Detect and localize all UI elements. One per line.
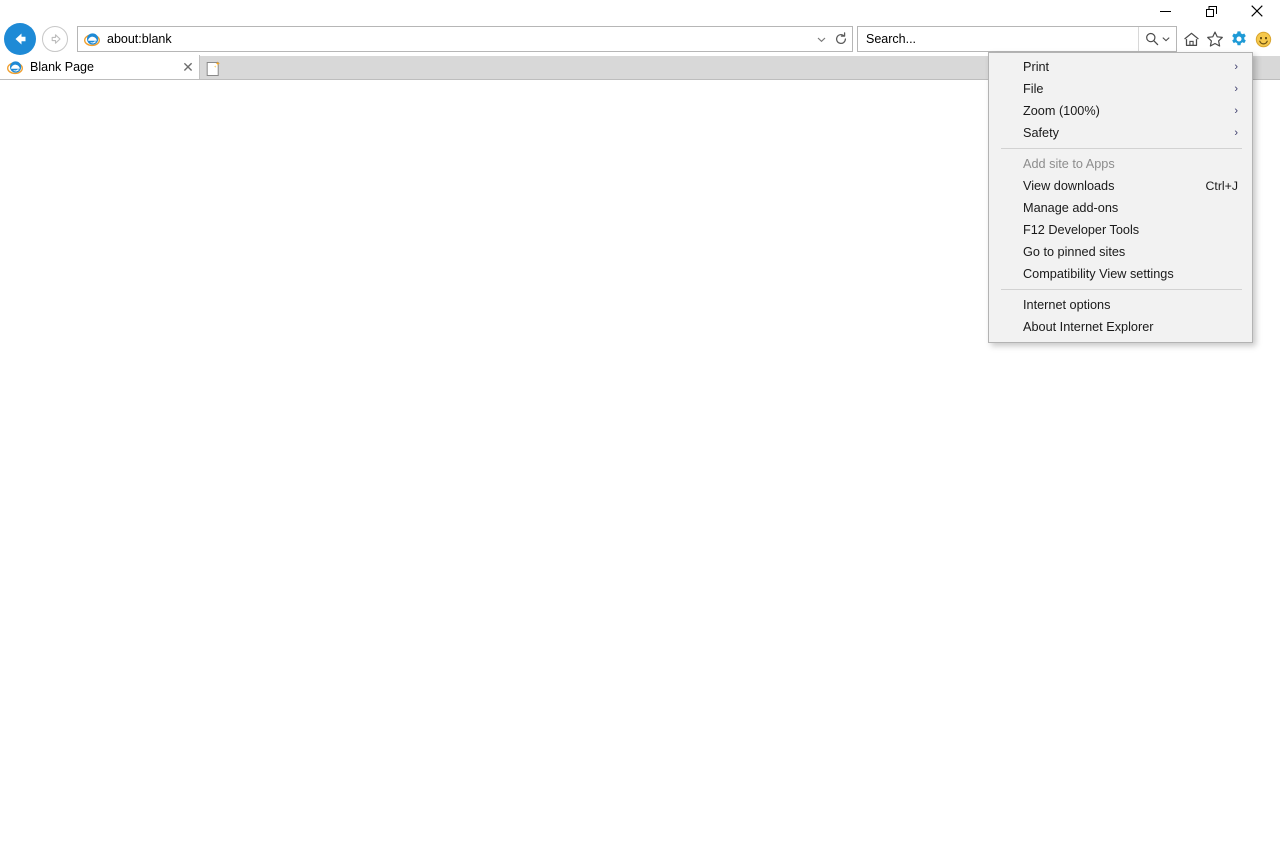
restore-icon — [1205, 5, 1217, 17]
ie-icon — [84, 33, 100, 47]
menu-item-go-to-pinned-sites[interactable]: Go to pinned sites — [989, 241, 1252, 263]
back-button[interactable] — [4, 23, 36, 55]
address-bar[interactable]: about:blank — [77, 26, 853, 52]
favorites-star-icon — [1207, 31, 1223, 47]
menu-item-label: Safety — [1023, 126, 1059, 140]
menu-item-label: File — [1023, 82, 1044, 96]
menu-item-view-downloads[interactable]: View downloads Ctrl+J — [989, 175, 1252, 197]
menu-item-label: Zoom (100%) — [1023, 104, 1100, 118]
chevron-down-icon — [1162, 37, 1170, 42]
minimize-button[interactable] — [1142, 0, 1188, 22]
tools-gear-button[interactable] — [1227, 24, 1251, 54]
menu-item-label: Go to pinned sites — [1023, 245, 1126, 259]
browser-window: about:blank Search... Blank Page ✕ Print… — [0, 0, 1280, 853]
menu-item-label: About Internet Explorer — [1023, 320, 1154, 334]
menu-item-label: F12 Developer Tools — [1023, 223, 1140, 237]
menu-item-label: Manage add-ons — [1023, 201, 1119, 215]
search-go-button[interactable] — [1138, 27, 1176, 51]
gear-icon — [1232, 31, 1246, 46]
menu-separator — [1001, 289, 1242, 290]
refresh-button[interactable] — [830, 27, 852, 51]
window-controls — [1142, 0, 1280, 22]
menu-item-compatibility-view-settings[interactable]: Compatibility View settings — [989, 263, 1252, 285]
tab-close-button[interactable]: ✕ — [177, 55, 199, 79]
menu-item-add-site-to-apps: Add site to Apps — [989, 153, 1252, 175]
title-bar — [0, 0, 1280, 22]
navigation-toolbar: about:blank Search... — [0, 22, 1280, 56]
address-input[interactable]: about:blank — [107, 32, 812, 46]
chevron-right-icon: › — [1234, 61, 1238, 73]
menu-item-manage-add-ons[interactable]: Manage add-ons — [989, 197, 1252, 219]
home-icon — [1183, 32, 1199, 46]
chevron-down-icon — [817, 37, 825, 42]
tab-blank-page[interactable]: Blank Page ✕ — [0, 55, 200, 79]
menu-item-file[interactable]: File › — [989, 78, 1252, 100]
ie-icon — [7, 61, 23, 75]
search-box[interactable]: Search... — [857, 26, 1177, 52]
menu-item-internet-options[interactable]: Internet options — [989, 294, 1252, 316]
close-icon — [1251, 5, 1263, 17]
toolbar-icons — [1179, 22, 1275, 56]
refresh-icon — [835, 32, 847, 45]
address-dropdown-button[interactable] — [812, 27, 830, 51]
menu-item-safety[interactable]: Safety › — [989, 122, 1252, 144]
search-icon — [1146, 32, 1159, 46]
chevron-right-icon: › — [1234, 105, 1238, 117]
menu-item-label: Print — [1023, 60, 1050, 74]
menu-item-print[interactable]: Print › — [989, 56, 1252, 78]
search-input[interactable]: Search... — [866, 32, 1138, 46]
menu-item-label: Compatibility View settings — [1023, 267, 1174, 281]
smiley-icon — [1255, 31, 1271, 47]
menu-item-shortcut: Ctrl+J — [1205, 179, 1238, 193]
new-tab-button[interactable] — [201, 57, 225, 79]
restore-button[interactable] — [1188, 0, 1234, 22]
close-button[interactable] — [1234, 0, 1280, 22]
tab-title: Blank Page — [30, 60, 94, 74]
feedback-button[interactable] — [1251, 24, 1275, 54]
chevron-right-icon: › — [1234, 83, 1238, 95]
back-arrow-icon — [15, 33, 26, 45]
home-button[interactable] — [1179, 24, 1203, 54]
menu-separator — [1001, 148, 1242, 149]
menu-item-f12-developer-tools[interactable]: F12 Developer Tools — [989, 219, 1252, 241]
tools-menu: Print › File › Zoom (100%) › Safety › Add site t… — [988, 52, 1253, 343]
forward-button[interactable] — [42, 26, 68, 52]
new-tab-icon — [206, 60, 220, 76]
favorites-button[interactable] — [1203, 24, 1227, 54]
menu-item-label: Internet options — [1023, 298, 1111, 312]
menu-item-zoom-100[interactable]: Zoom (100%) › — [989, 100, 1252, 122]
menu-item-label: View downloads — [1023, 179, 1115, 193]
chevron-right-icon: › — [1234, 127, 1238, 139]
menu-item-about-internet-explorer[interactable]: About Internet Explorer — [989, 316, 1252, 338]
menu-item-label: Add site to Apps — [1023, 157, 1115, 171]
minimize-icon — [1159, 10, 1171, 12]
forward-arrow-icon — [51, 34, 61, 44]
